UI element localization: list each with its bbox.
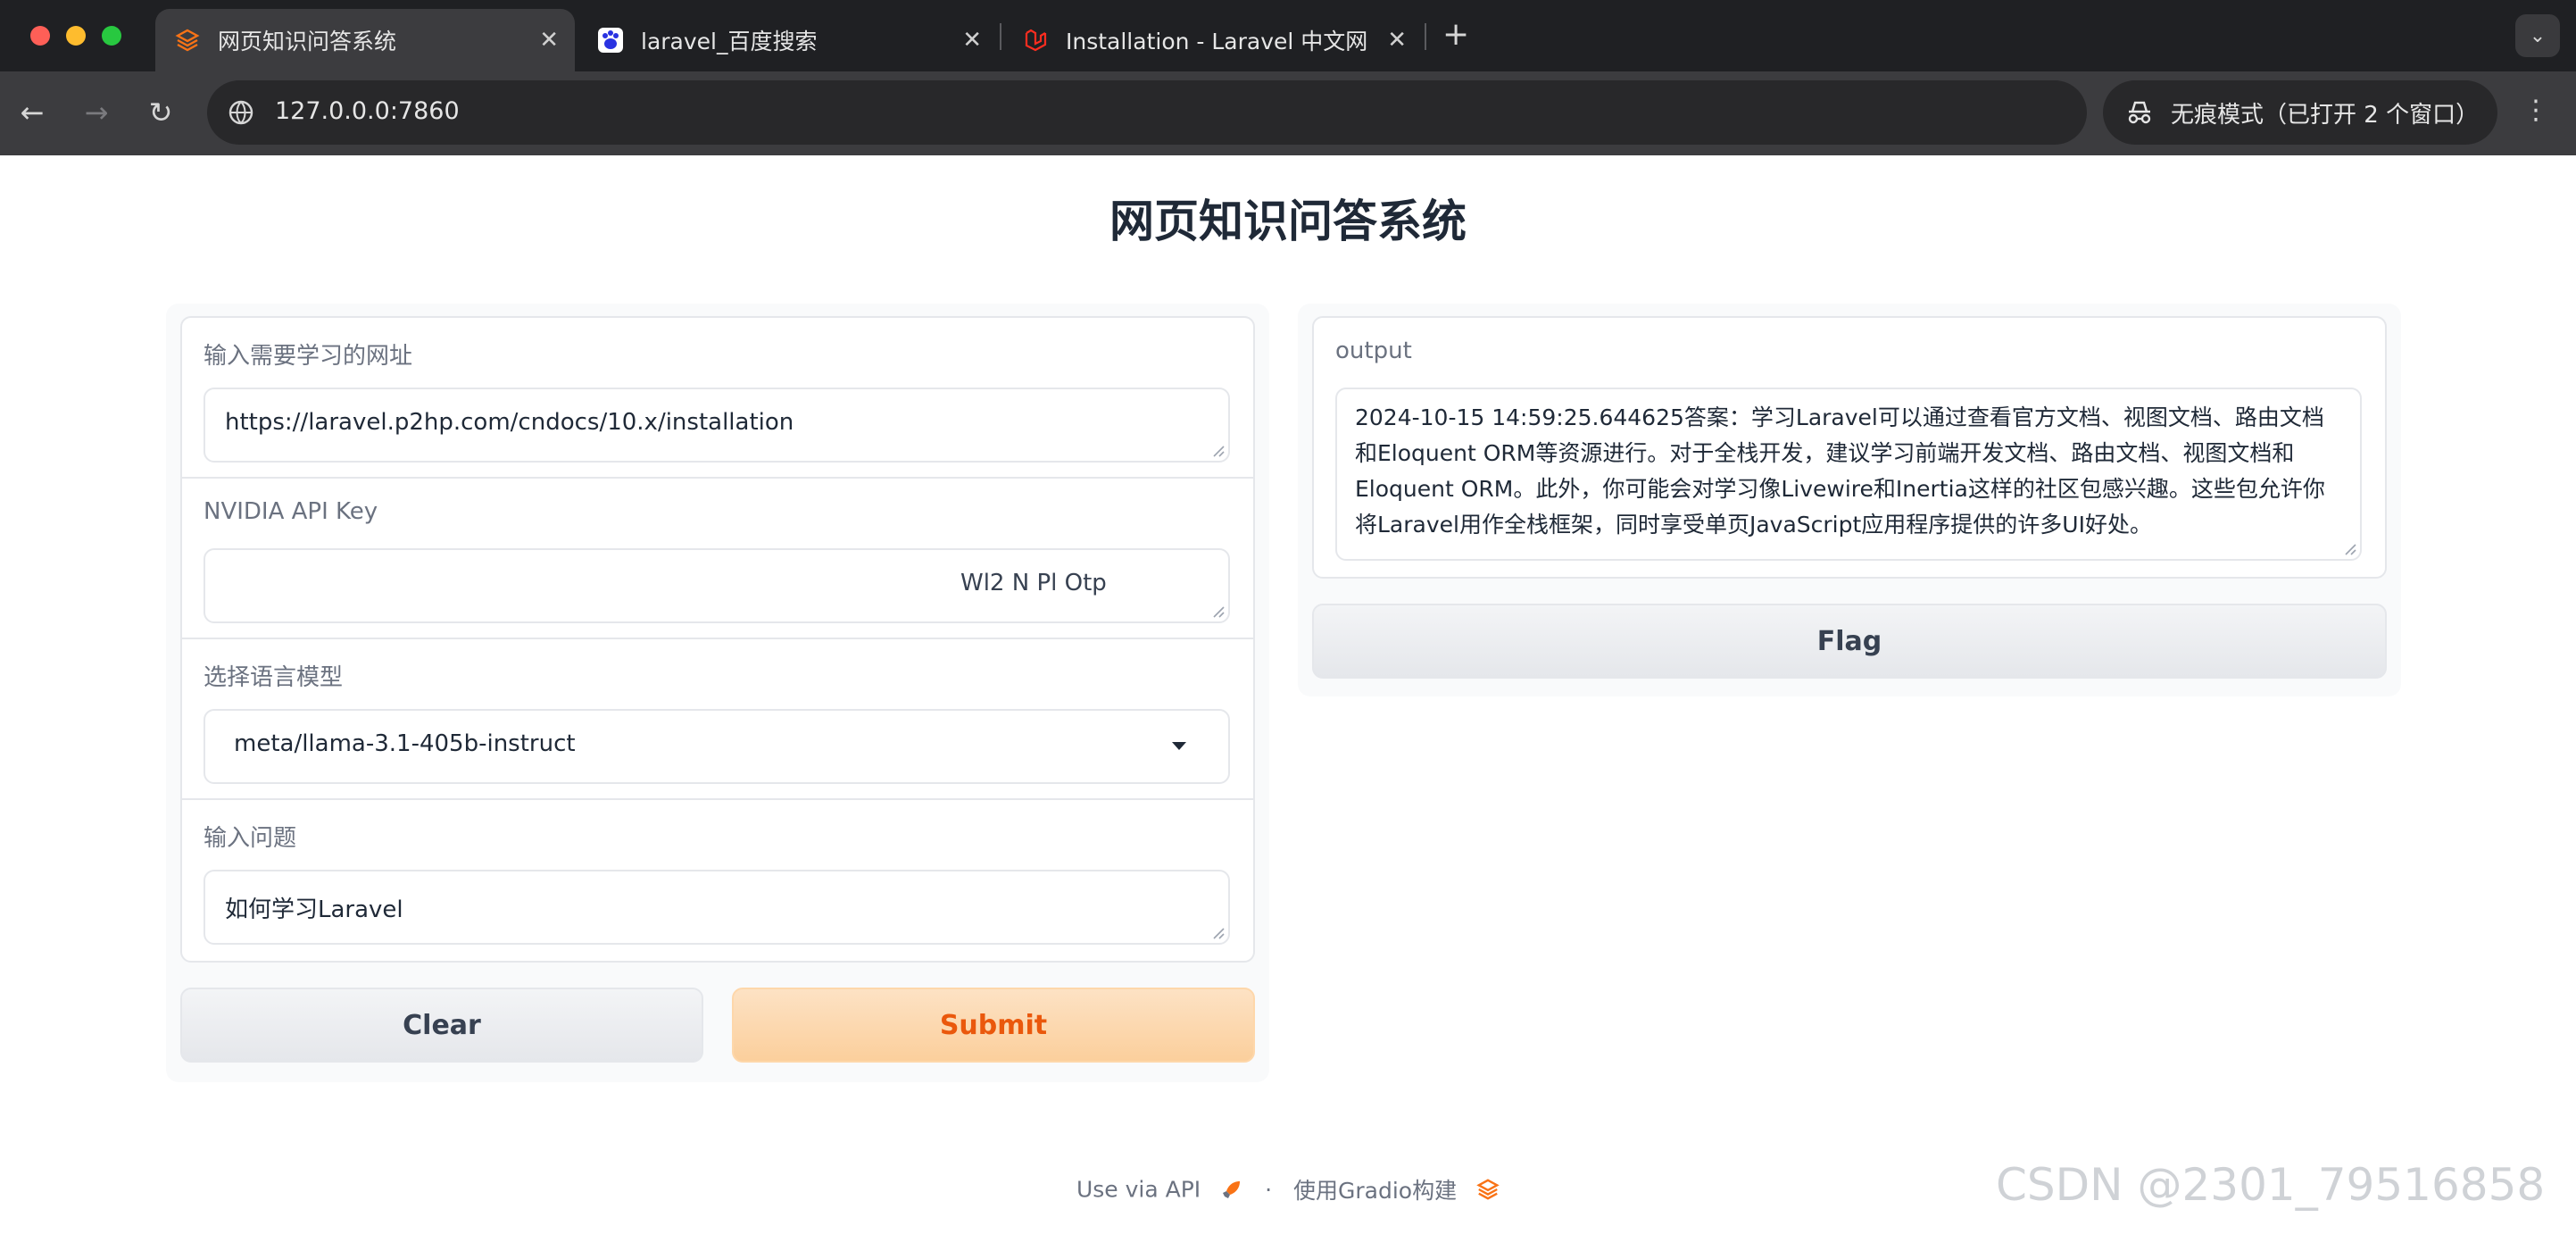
browser-menu-icon[interactable]: ⋮ [2522, 95, 2549, 126]
incognito-label: 无痕模式（已打开 2 个窗口） [2171, 101, 2480, 129]
use-via-api-link[interactable]: Use via API [1076, 1177, 1201, 1203]
baidu-paw-icon [598, 28, 623, 53]
submit-button[interactable]: Submit [732, 988, 1255, 1063]
resize-handle-icon[interactable] [1210, 604, 1225, 618]
output-text: 2024-10-15 14:59:25.644625答案：学习Laravel可以… [1355, 404, 2325, 538]
tab-title: laravel_百度搜索 [641, 29, 818, 54]
model-dropdown-value: meta/llama-3.1-405b-instruct [234, 730, 576, 757]
output-card: output 2024-10-15 14:59:25.644625答案：学习La… [1312, 316, 2387, 579]
maximize-window-button[interactable] [102, 26, 121, 46]
url-input-value: https://laravel.p2hp.com/cndocs/10.x/ins… [225, 409, 794, 436]
input-panel: 输入需要学习的网址 https://laravel.p2hp.com/cndoc… [166, 304, 1269, 1082]
tab-divider [1000, 23, 1001, 50]
gradio-logo-icon [1476, 1179, 1500, 1200]
tab-laravel-docs[interactable]: Installation - Laravel 中文网 为 ✕ [1003, 9, 1423, 71]
tab-gradio-app[interactable]: 网页知识问答系统 ✕ [155, 9, 575, 71]
api-key-field-label: NVIDIA API Key [204, 498, 378, 525]
close-icon[interactable]: ✕ [539, 27, 559, 54]
field-divider [182, 638, 1253, 639]
incognito-indicator[interactable]: 无痕模式（已打开 2 个窗口） [2103, 80, 2497, 145]
output-panel: output 2024-10-15 14:59:25.644625答案：学习La… [1298, 304, 2401, 696]
back-button[interactable]: ← [12, 93, 52, 132]
url-input[interactable]: https://laravel.p2hp.com/cndocs/10.x/ins… [204, 388, 1230, 463]
api-key-input-value: Wl2 N Pl Otp [960, 570, 1107, 596]
new-tab-button[interactable]: + [1442, 16, 1469, 53]
page-title: 网页知识问答系统 [1109, 196, 1467, 247]
url-field-label: 输入需要学习的网址 [204, 343, 413, 370]
minimize-window-button[interactable] [66, 26, 86, 46]
resize-handle-icon[interactable] [1210, 443, 1225, 457]
resize-handle-icon[interactable] [1210, 925, 1225, 939]
question-field-label: 输入问题 [204, 825, 297, 852]
output-label: output [1335, 338, 1412, 364]
incognito-icon [2124, 97, 2155, 128]
close-window-button[interactable] [30, 26, 50, 46]
tab-divider [1425, 23, 1426, 50]
site-info-icon[interactable] [227, 98, 255, 127]
input-form: 输入需要学习的网址 https://laravel.p2hp.com/cndoc… [180, 316, 1255, 963]
model-dropdown[interactable]: meta/llama-3.1-405b-instruct [204, 709, 1230, 784]
csdn-watermark: CSDN @2301_79516858 [1996, 1159, 2546, 1211]
reload-button[interactable]: ↻ [141, 93, 180, 132]
output-textbox[interactable]: 2024-10-15 14:59:25.644625答案：学习Laravel可以… [1335, 388, 2362, 561]
browser-window: 网页知识问答系统 ✕ laravel_百度搜索 ✕ Installation -… [0, 0, 2576, 1234]
built-with-gradio-link[interactable]: 使用Gradio构建 [1293, 1178, 1457, 1204]
footer-separator: · [1265, 1176, 1273, 1203]
tab-baidu-search[interactable]: laravel_百度搜索 ✕ [578, 9, 998, 71]
forward-button[interactable]: → [77, 93, 116, 132]
address-bar[interactable]: 127.0.0.0:7860 [207, 80, 2087, 145]
tab-title: 网页知识问答系统 [218, 29, 397, 54]
field-divider [182, 477, 1253, 479]
caret-down-icon [1172, 742, 1186, 750]
browser-toolbar: ← → ↻ 127.0.0.0:7860 无痕模式（已打开 2 个窗口） ⋮ [0, 71, 2576, 155]
question-input[interactable]: 如何学习Laravel [204, 870, 1230, 945]
resize-handle-icon[interactable] [2342, 541, 2356, 555]
tab-search-button[interactable]: ⌄ [2515, 14, 2560, 57]
page-content: 网页知识问答系统 输入需要学习的网址 https://laravel.p2hp.… [0, 155, 2576, 1234]
rocket-icon [1223, 1181, 1241, 1198]
tab-title: Installation - Laravel 中文网 为 [1066, 29, 1373, 54]
laravel-icon [1023, 28, 1048, 53]
gradio-icon [175, 28, 200, 53]
close-icon[interactable]: ✕ [1387, 27, 1407, 54]
tab-strip: 网页知识问答系统 ✕ laravel_百度搜索 ✕ Installation -… [0, 0, 2576, 71]
api-key-input[interactable]: Wl2 N Pl Otp [204, 548, 1230, 623]
field-divider [182, 798, 1253, 800]
clear-button[interactable]: Clear [180, 988, 703, 1063]
flag-button[interactable]: Flag [1312, 604, 2387, 679]
question-input-value: 如何学习Laravel [225, 896, 403, 923]
address-url: 127.0.0.0:7860 [275, 97, 460, 125]
close-icon[interactable]: ✕ [962, 27, 982, 54]
model-field-label: 选择语言模型 [204, 664, 344, 691]
